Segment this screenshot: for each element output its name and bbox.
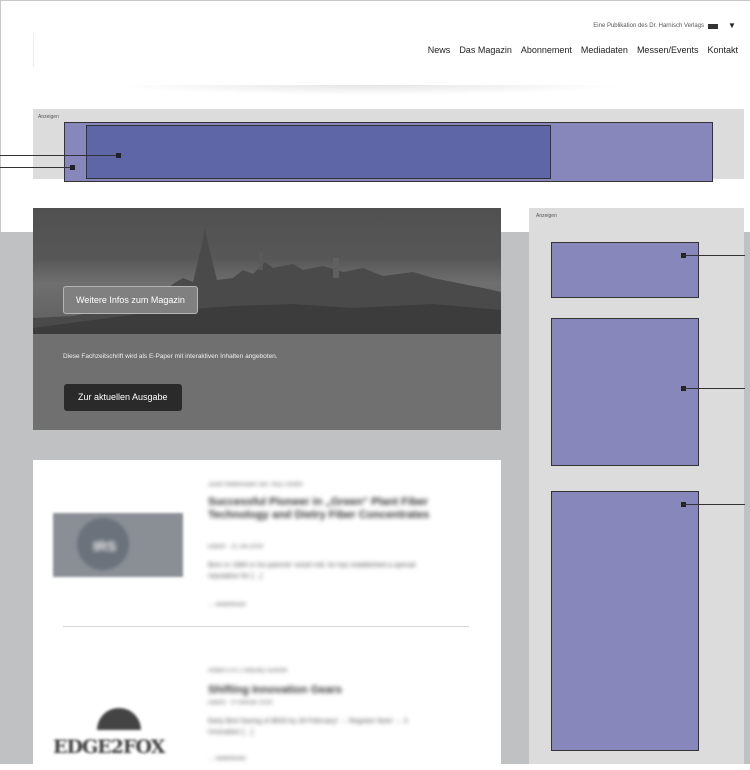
ad-marker-dot — [116, 153, 121, 158]
nav-item-abonnement[interactable]: Abonnement — [521, 45, 572, 55]
article-meta: Artikel D in 1 Industry Summit — [208, 668, 288, 674]
sidebar-ad-large[interactable] — [551, 491, 699, 751]
logo-area — [33, 33, 34, 67]
nav-item-mediadaten[interactable]: Mediadaten — [581, 45, 628, 55]
main-navigation: News Das Magazin Abonnement Mediadaten M… — [428, 45, 738, 55]
publisher-line: Eine Publikation des Dr. Harnisch Verlag… — [593, 23, 704, 29]
ad-leader-line — [0, 167, 70, 168]
article-date: Datum · 4 Februar 2019 — [208, 700, 273, 706]
article-list: IRS Josef Rettenmaier sen. REE GmbH Succ… — [33, 460, 501, 770]
city-skyline-image: Weitere Infos zum Magazin — [33, 208, 501, 334]
hero-description: Diese Fachzeitschrift wird als E-Paper m… — [63, 353, 278, 360]
current-issue-button[interactable]: Zur aktuellen Ausgabe — [64, 384, 182, 411]
thumbnail-arc-graphic — [97, 708, 141, 730]
nav-item-kontakt[interactable]: Kontakt — [707, 45, 738, 55]
header-shadow — [110, 85, 630, 95]
article-excerpt: Early Bird Saving of $500 by 28 February… — [208, 718, 408, 736]
ad-label: Anzeigen — [38, 114, 59, 120]
magazine-info-button[interactable]: Weitere Infos zum Magazin — [63, 286, 198, 314]
thumbnail-label: IRS — [93, 538, 117, 554]
window-top-border — [0, 0, 750, 1]
ad-leader-line — [683, 504, 745, 505]
hero-lower-panel — [33, 334, 501, 430]
sidebar-ad-small[interactable] — [551, 242, 699, 298]
magazine-hero: Weitere Infos zum Magazin Diese Fachzeit… — [33, 208, 501, 430]
article-excerpt: Born in 1884 in his parents' wood mill, … — [208, 562, 416, 580]
article-divider — [63, 626, 469, 627]
article-date: Datum · 11 Juli 2019 — [208, 544, 263, 550]
sidebar-ad-medium[interactable] — [551, 318, 699, 466]
read-more-link[interactable]: … weiterlesen — [208, 756, 246, 762]
ad-leader-line — [0, 155, 116, 156]
sidebar-ad-column: Anzeigen — [529, 208, 744, 764]
article-meta: Josef Rettenmaier sen. REE GmbH — [208, 482, 303, 488]
ad-label: Anzeigen — [536, 213, 557, 219]
banner-ad-inner[interactable] — [86, 125, 551, 179]
ad-marker-dot — [70, 165, 75, 170]
chevron-down-icon[interactable]: ▼ — [728, 22, 736, 30]
ad-leader-line — [683, 388, 745, 389]
article-thumbnail[interactable]: EDGE2FOX — [53, 700, 185, 758]
nav-item-magazin[interactable]: Das Magazin — [459, 45, 512, 55]
ad-leader-line — [683, 255, 745, 256]
read-more-link[interactable]: … weiterlesen — [208, 602, 246, 608]
article-title[interactable]: Successful Pioneer in „Green“ Plant Fibe… — [208, 496, 448, 522]
skyline-illustration — [33, 228, 501, 334]
flag-icon[interactable] — [708, 24, 718, 29]
nav-item-news[interactable]: News — [428, 45, 451, 55]
nav-item-messen-events[interactable]: Messen/Events — [637, 45, 699, 55]
thumbnail-label: EDGE2FOX — [53, 736, 165, 758]
article-title[interactable]: Shifting Innovation Gears — [208, 684, 448, 696]
